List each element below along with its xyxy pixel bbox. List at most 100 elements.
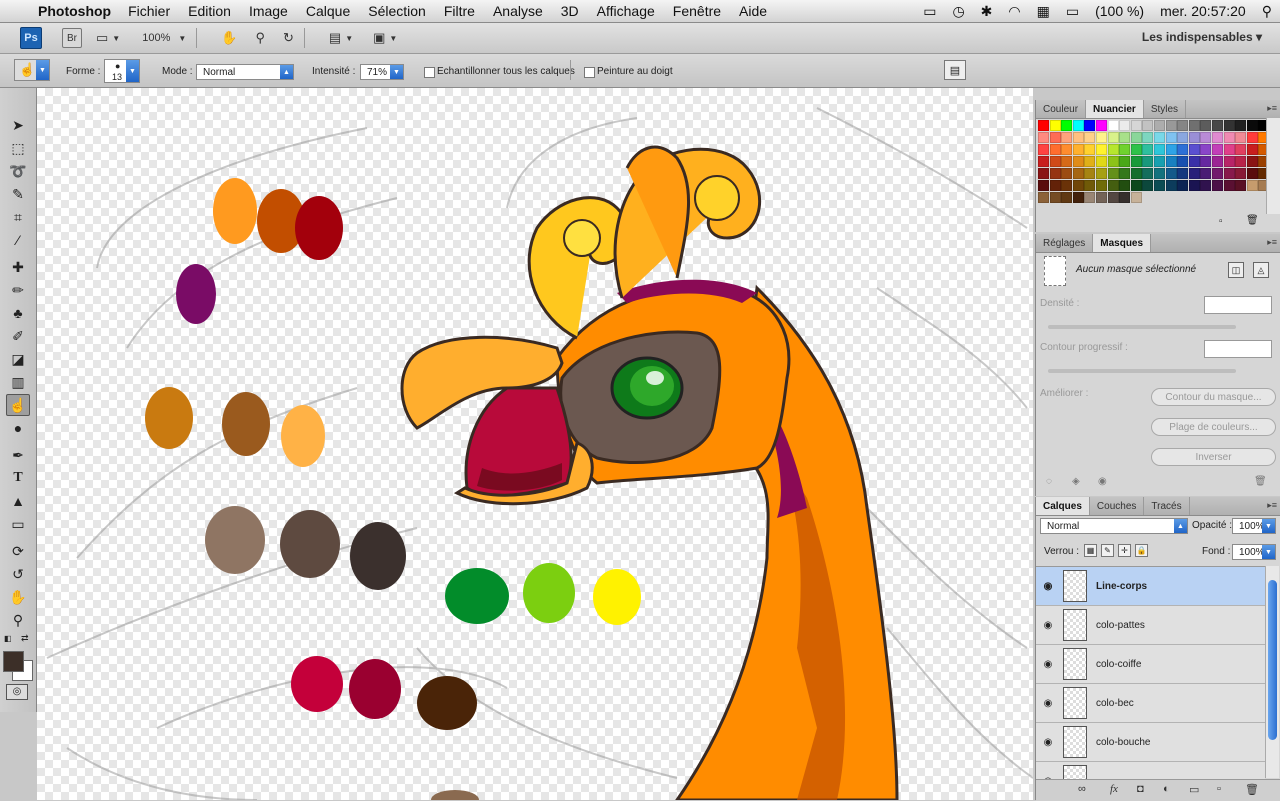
color-swatch[interactable] bbox=[1223, 156, 1235, 167]
color-swatch[interactable] bbox=[1038, 180, 1049, 191]
density-slider[interactable] bbox=[1048, 325, 1236, 329]
color-swatch[interactable] bbox=[1049, 192, 1061, 203]
color-swatch[interactable] bbox=[1200, 168, 1212, 179]
color-swatch[interactable] bbox=[1084, 132, 1096, 143]
battery-icon[interactable]: ▭ bbox=[1066, 3, 1079, 20]
color-swatch[interactable] bbox=[1246, 180, 1258, 191]
color-swatch[interactable] bbox=[1188, 156, 1200, 167]
menu-3d[interactable]: 3D bbox=[552, 3, 588, 19]
tab-couleur[interactable]: Couleur bbox=[1036, 100, 1087, 118]
menu-fichier[interactable]: Fichier bbox=[119, 3, 179, 19]
color-swatch[interactable] bbox=[1084, 180, 1096, 191]
color-swatch[interactable] bbox=[1212, 180, 1223, 191]
gradient-tool-icon[interactable]: ▥ bbox=[6, 371, 30, 393]
color-swatch[interactable] bbox=[1038, 144, 1049, 155]
color-swatch[interactable] bbox=[1038, 192, 1049, 203]
color-swatch[interactable] bbox=[1212, 156, 1223, 167]
color-swatch[interactable] bbox=[1096, 132, 1107, 143]
pen-tool-icon[interactable]: ✒ bbox=[6, 444, 30, 466]
trash-icon[interactable]: 🗑 bbox=[1254, 476, 1267, 487]
mask-edge-button[interactable]: Contour du masque... bbox=[1151, 388, 1276, 406]
tab-nuancier[interactable]: Nuancier bbox=[1086, 100, 1144, 118]
color-swatch[interactable] bbox=[1119, 132, 1131, 143]
rotate-view-icon[interactable]: ↻ bbox=[283, 30, 294, 46]
color-swatch[interactable] bbox=[1177, 180, 1189, 191]
color-swatch[interactable] bbox=[1049, 156, 1061, 167]
color-swatch[interactable] bbox=[1072, 180, 1084, 191]
arrange-documents-icon[interactable]: ▤ ▼ bbox=[329, 30, 353, 46]
apply-mask-icon[interactable]: ◈ bbox=[1072, 476, 1080, 487]
color-swatch[interactable] bbox=[1119, 168, 1131, 179]
color-swatch[interactable] bbox=[1107, 120, 1119, 131]
time-machine-icon[interactable]: ◷ bbox=[952, 3, 964, 20]
fill-field[interactable]: 100% ▼ bbox=[1232, 544, 1276, 560]
load-selection-icon[interactable]: ◌ bbox=[1046, 476, 1052, 487]
color-swatch[interactable] bbox=[1107, 192, 1119, 203]
color-swatch[interactable] bbox=[1154, 144, 1165, 155]
color-swatch[interactable] bbox=[1154, 168, 1165, 179]
color-swatch[interactable] bbox=[1188, 120, 1200, 131]
color-swatch[interactable] bbox=[1130, 120, 1142, 131]
color-swatch[interactable] bbox=[1061, 168, 1073, 179]
color-swatch[interactable] bbox=[1130, 144, 1142, 155]
lasso-tool-icon[interactable]: ➰ bbox=[6, 160, 30, 182]
color-swatch[interactable] bbox=[1223, 180, 1235, 191]
calendar-icon[interactable]: ▦ bbox=[1037, 3, 1050, 20]
quick-select-tool-icon[interactable]: ✎ bbox=[6, 183, 30, 205]
new-swatch-icon[interactable]: ▫ bbox=[1219, 216, 1223, 227]
menu-calque[interactable]: Calque bbox=[297, 3, 359, 19]
color-swatch[interactable] bbox=[1084, 156, 1096, 167]
layer-style-icon[interactable]: fx bbox=[1110, 783, 1118, 795]
color-swatch[interactable] bbox=[1212, 120, 1223, 131]
bluetooth-icon[interactable]: ✱ bbox=[981, 3, 993, 20]
layer-row-colo-bouche[interactable]: ◉ colo-bouche bbox=[1036, 723, 1265, 762]
clone-stamp-tool-icon[interactable]: ♣ bbox=[6, 302, 30, 324]
color-swatch[interactable] bbox=[1049, 132, 1061, 143]
color-swatch[interactable] bbox=[1246, 132, 1258, 143]
tab-calques[interactable]: Calques bbox=[1036, 497, 1090, 515]
marquee-tool-icon[interactable]: ⬚ bbox=[6, 137, 30, 159]
color-swatch[interactable] bbox=[1177, 120, 1189, 131]
screen-mode-menu-icon[interactable]: ▣ ▼ bbox=[373, 30, 397, 46]
color-swatch[interactable] bbox=[1061, 192, 1073, 203]
color-swatch[interactable] bbox=[1212, 144, 1223, 155]
color-swatch[interactable] bbox=[1096, 192, 1107, 203]
color-swatch[interactable] bbox=[1212, 168, 1223, 179]
color-swatch[interactable] bbox=[1107, 132, 1119, 143]
menu-analyse[interactable]: Analyse bbox=[484, 3, 552, 19]
menu-image[interactable]: Image bbox=[240, 3, 297, 19]
default-colors-icon[interactable]: ◧ bbox=[4, 634, 12, 643]
color-swatch[interactable] bbox=[1049, 120, 1061, 131]
swatches-scrollbar[interactable] bbox=[1266, 118, 1280, 214]
color-swatch[interactable] bbox=[1165, 168, 1177, 179]
document-canvas[interactable] bbox=[37, 88, 1033, 800]
color-swatch[interactable] bbox=[1154, 156, 1165, 167]
color-swatch[interactable] bbox=[1072, 192, 1084, 203]
color-swatch[interactable] bbox=[1049, 144, 1061, 155]
layers-scroll-thumb[interactable] bbox=[1268, 580, 1277, 740]
menu-fenetre[interactable]: Fenêtre bbox=[664, 3, 730, 19]
color-swatch[interactable] bbox=[1096, 180, 1107, 191]
color-swatch[interactable] bbox=[1142, 156, 1154, 167]
color-swatch[interactable] bbox=[1200, 144, 1212, 155]
menu-affichage[interactable]: Affichage bbox=[588, 3, 664, 19]
lock-all-icon[interactable]: 🔒 bbox=[1135, 544, 1148, 557]
menu-filtre[interactable]: Filtre bbox=[435, 3, 484, 19]
color-swatch[interactable] bbox=[1142, 144, 1154, 155]
color-swatch[interactable] bbox=[1119, 192, 1131, 203]
color-swatch[interactable] bbox=[1154, 132, 1165, 143]
color-swatch[interactable] bbox=[1165, 132, 1177, 143]
color-swatch[interactable] bbox=[1177, 168, 1189, 179]
menu-aide[interactable]: Aide bbox=[730, 3, 776, 19]
color-swatch[interactable] bbox=[1223, 144, 1235, 155]
color-swatch[interactable] bbox=[1154, 180, 1165, 191]
color-swatch[interactable] bbox=[1084, 168, 1096, 179]
new-layer-icon[interactable]: ▫ bbox=[1217, 783, 1221, 795]
color-swatch[interactable] bbox=[1142, 132, 1154, 143]
3d-orbit-tool-icon[interactable]: ↺ bbox=[6, 563, 30, 585]
color-swatch[interactable] bbox=[1246, 168, 1258, 179]
color-swatch[interactable] bbox=[1096, 120, 1107, 131]
color-swatch[interactable] bbox=[1142, 168, 1154, 179]
color-swatch[interactable] bbox=[1235, 132, 1247, 143]
color-swatch[interactable] bbox=[1119, 180, 1131, 191]
